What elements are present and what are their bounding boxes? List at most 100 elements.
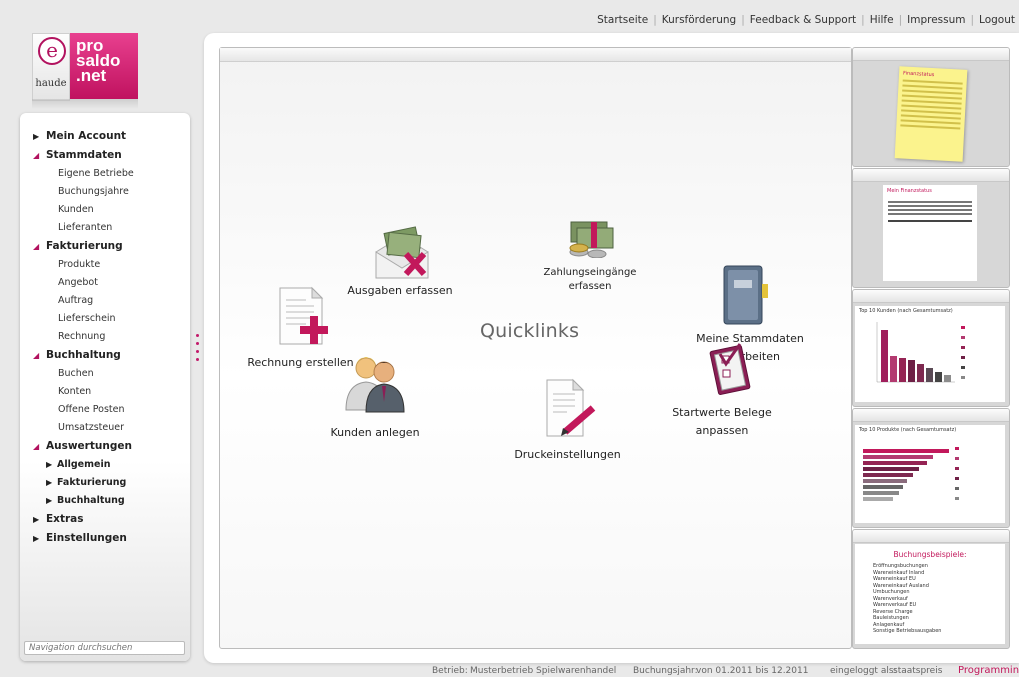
- preview-finanzstatus-note[interactable]: Finanzstatus: [852, 47, 1010, 167]
- logo-haude-text: haude: [35, 78, 67, 89]
- sidebar-item-label: Auswertungen: [46, 440, 132, 452]
- preview-top10-produkte-chart[interactable]: Top 10 Produkte (nach Gesamtumsatz): [852, 408, 1010, 528]
- preview-page-title: Mein Finanzstatus: [887, 188, 932, 194]
- preview-chart-title: Top 10 Produkte (nach Gesamtumsatz): [859, 427, 957, 433]
- status-jahr-label: Buchungsjahr:: [633, 666, 698, 676]
- quicklink-label: Druckeinstellungen: [514, 448, 621, 461]
- top-navigation: Startseite | Kursförderung | Feedback & Supp…: [597, 14, 1015, 26]
- sidebar-item-eigene-betriebe[interactable]: Eigene Betriebe: [20, 165, 190, 183]
- quicklink-label-line2: anpassen: [695, 424, 749, 437]
- preview-buchungsbeispiele[interactable]: Buchungsbeispiele: Eröffnungsbuchungen W…: [852, 529, 1010, 649]
- sidebar-item-offene-posten[interactable]: Offene Posten: [20, 401, 190, 419]
- nav-separator: |: [741, 14, 745, 26]
- sidebar-item-label: Fakturierung: [57, 477, 127, 488]
- programminfo-link[interactable]: Programminfo: [958, 665, 1019, 676]
- triangle-down-icon: ◢: [33, 151, 40, 160]
- sidebar-item-label: Einstellungen: [46, 532, 127, 544]
- sidebar-splitter-handle[interactable]: [196, 334, 200, 364]
- sidebar-item-kunden[interactable]: Kunden: [20, 201, 190, 219]
- quicklink-label: Zahlungseingänge: [543, 267, 637, 278]
- money-envelope-icon: [375, 226, 429, 279]
- quicklink-label: Kunden anlegen: [330, 426, 420, 439]
- nav-impressum[interactable]: Impressum: [907, 14, 965, 26]
- sidebar-item-allgemein[interactable]: ▶ Allgemein: [20, 456, 190, 474]
- quicklink-startwerte-belege[interactable]: Startwerte Belege anpassen: [672, 342, 772, 442]
- sidebar-item-extras[interactable]: ▶ Extras: [20, 510, 190, 529]
- triangle-right-icon: ▶: [46, 496, 53, 505]
- buchungsbeispiele-list: Eröffnungsbuchungen Wareneinkauf Inland …: [855, 559, 1005, 635]
- new-invoice-icon: [279, 286, 328, 345]
- quicklink-zahlungseingaenge-erfassen[interactable]: Zahlungseingänge erfassen: [530, 210, 650, 300]
- sidebar-item-auswertung-fakturierung[interactable]: ▶ Fakturierung: [20, 474, 190, 492]
- sidebar-item-stammdaten[interactable]: ◢ Stammdaten: [20, 146, 190, 165]
- sidebar-item-konten[interactable]: Konten: [20, 383, 190, 401]
- quicklink-kunden-anlegen[interactable]: Kunden anlegen: [320, 354, 430, 444]
- nav-hilfe[interactable]: Hilfe: [870, 14, 894, 26]
- nav-kursfoerderung[interactable]: Kursförderung: [662, 14, 736, 26]
- sidebar-item-produkte[interactable]: Produkte: [20, 256, 190, 274]
- sidebar-item-auftrag[interactable]: Auftrag: [20, 292, 190, 310]
- preview-header: [853, 290, 1009, 303]
- users-icon: [345, 357, 405, 413]
- haude-logo: e haude: [32, 33, 70, 101]
- quicklink-label: Startwerte Belege: [672, 406, 772, 419]
- sidebar-item-label: Extras: [46, 513, 84, 525]
- triangle-right-icon: ▶: [46, 478, 53, 487]
- quicklinks-title: Quicklinks: [480, 320, 580, 342]
- nav-separator: |: [898, 14, 903, 26]
- quicklink-druckeinstellungen[interactable]: Druckeinstellungen: [505, 378, 630, 464]
- sidebar-item-fakturierung[interactable]: ◢ Fakturierung: [20, 237, 190, 256]
- sidebar-item-buchhaltung[interactable]: ◢ Buchhaltung: [20, 346, 190, 365]
- sidebar-item-label: Mein Account: [46, 130, 127, 142]
- logo-e-letter: e: [38, 37, 66, 65]
- sidebar-item-auswertungen[interactable]: ◢ Auswertungen: [20, 437, 190, 456]
- nav-feedback-support[interactable]: Feedback & Support: [750, 14, 856, 26]
- sidebar-item-umsatzsteuer[interactable]: Umsatzsteuer: [20, 419, 190, 437]
- prosaldo-logo[interactable]: e haude pro saldo .net: [32, 33, 138, 101]
- sidebar-item-einstellungen[interactable]: ▶ Einstellungen: [20, 529, 190, 548]
- sidebar-item-rechnung[interactable]: Rechnung: [20, 328, 190, 346]
- preview-top10-kunden-chart[interactable]: Top 10 Kunden (nach Gesamtumsatz): [852, 289, 1010, 407]
- preview-header: [853, 409, 1009, 422]
- preview-chart: Top 10 Produkte (nach Gesamtumsatz): [855, 425, 1005, 523]
- nav-separator: |: [970, 14, 975, 26]
- sidebar-item-auswertung-buchhaltung[interactable]: ▶ Buchhaltung: [20, 492, 190, 510]
- nav-logout[interactable]: Logout: [979, 14, 1015, 26]
- logo-reflection: [32, 99, 138, 109]
- sidebar-item-lieferanten[interactable]: Lieferanten: [20, 219, 190, 237]
- preview-header: [853, 169, 1009, 182]
- navigation-search-input[interactable]: [24, 641, 185, 655]
- status-login-value: staatspreis: [893, 666, 943, 676]
- triangle-down-icon: ◢: [33, 442, 40, 451]
- sidebar-item-buchungsjahre[interactable]: Buchungsjahre: [20, 183, 190, 201]
- address-book-icon: [723, 265, 768, 325]
- money-stack-icon: [569, 221, 614, 258]
- list-item: Sonstige Betriebsausgaben: [873, 628, 942, 634]
- preview-page: Buchungsbeispiele: Eröffnungsbuchungen W…: [855, 544, 1005, 644]
- sidebar-item-lieferschein[interactable]: Lieferschein: [20, 310, 190, 328]
- nav-separator: |: [861, 14, 865, 26]
- status-jahr-value: von 01.2011 bis 12.2011: [696, 666, 809, 676]
- preview-finanzuebersicht[interactable]: Mein Finanzstatus: [852, 168, 1010, 288]
- preview-header: [853, 530, 1009, 543]
- sidebar-item-label: Stammdaten: [46, 149, 122, 161]
- quicklink-ausgaben-erfassen[interactable]: Ausgaben erfassen: [345, 222, 455, 300]
- sidebar-item-label: Buchhaltung: [46, 349, 121, 361]
- sidebar-item-angebot[interactable]: Angebot: [20, 274, 190, 292]
- sidebar-item-label: Buchhaltung: [57, 495, 125, 506]
- status-login-label: eingeloggt als:: [830, 666, 897, 676]
- sticky-note: Finanzstatus: [894, 66, 968, 162]
- sidebar: ▶ Mein Account ◢ Stammdaten Eigene Betrieb…: [20, 113, 190, 661]
- sidebar-item-buchen[interactable]: Buchen: [20, 365, 190, 383]
- triangle-right-icon: ▶: [33, 132, 40, 141]
- horizontal-bar-chart-thumbnail: [863, 447, 959, 501]
- checklist-icon: [709, 343, 751, 395]
- logo-prosaldo-block: pro saldo .net: [70, 33, 138, 99]
- status-betrieb-label: Betrieb:: [432, 666, 468, 676]
- buchungsbeispiele-title: Buchungsbeispiele:: [893, 550, 967, 559]
- triangle-down-icon: ◢: [33, 351, 40, 360]
- sidebar-item-mein-account[interactable]: ▶ Mein Account: [20, 127, 190, 146]
- quicklink-label: Ausgaben erfassen: [347, 284, 453, 297]
- preview-page: Mein Finanzstatus: [883, 185, 977, 281]
- nav-startseite[interactable]: Startseite: [597, 14, 648, 26]
